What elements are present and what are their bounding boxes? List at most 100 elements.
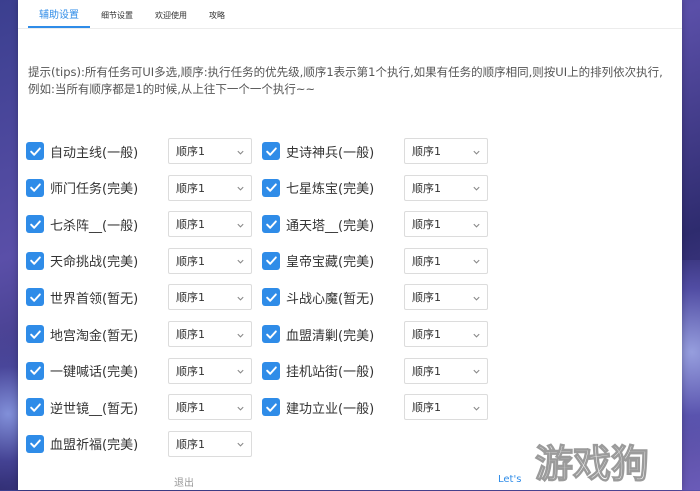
task-checkbox[interactable]: 斗战心魔(暂无) <box>262 284 374 310</box>
task-label: 天命挑战(完美) <box>50 255 139 271</box>
chevron-down-icon <box>236 251 245 270</box>
check-icon[interactable] <box>26 398 44 417</box>
order-select[interactable]: 顺序1 <box>168 394 252 421</box>
chevron-down-icon <box>472 398 481 417</box>
chevron-down-icon <box>472 215 481 234</box>
task-checkbox[interactable]: 天命挑战(完美) <box>26 248 138 274</box>
task-label: 皇帝宝藏(完美) <box>286 255 375 271</box>
task-label: 一键喊话(完美) <box>50 365 139 381</box>
task-label: 世界首领(暂无) <box>50 291 139 307</box>
check-icon[interactable] <box>26 325 44 343</box>
check-icon[interactable] <box>262 142 280 160</box>
order-select[interactable]: 顺序1 <box>404 247 488 274</box>
watermark-logo: 游戏狗 <box>530 437 690 487</box>
task-checkbox[interactable]: 一键喊话(完美) <box>26 358 138 384</box>
order-select[interactable]: 顺序1 <box>168 211 252 238</box>
check-icon[interactable] <box>262 361 280 380</box>
task-checkbox[interactable]: 通天塔__(完美) <box>262 211 374 237</box>
order-select[interactable]: 顺序1 <box>168 430 252 457</box>
order-select-value: 顺序1 <box>412 291 441 305</box>
chevron-down-icon <box>236 434 245 453</box>
order-select[interactable]: 顺序1 <box>168 138 252 164</box>
tab-guide[interactable]: 攻略 <box>198 10 236 28</box>
check-icon[interactable] <box>26 361 44 380</box>
check-icon[interactable] <box>262 251 280 270</box>
check-icon[interactable] <box>262 325 280 343</box>
order-select-value: 顺序1 <box>412 145 441 158</box>
check-icon[interactable] <box>262 398 280 417</box>
task-label: 地宫淘金(暂无) <box>50 328 139 344</box>
tab-bar: 辅助设置 细节设置 欢迎使用 攻略 <box>18 0 682 29</box>
chevron-down-icon <box>472 361 481 380</box>
chevron-down-icon <box>236 361 245 380</box>
chevron-down-icon <box>236 325 245 344</box>
check-icon[interactable] <box>262 288 280 307</box>
order-select[interactable]: 顺序1 <box>404 138 488 164</box>
tab-detail-settings[interactable]: 细节设置 <box>90 10 144 28</box>
task-label: 师门任务(完美) <box>50 182 139 198</box>
check-icon[interactable] <box>26 434 44 453</box>
order-select-value: 顺序1 <box>176 364 205 378</box>
order-select-value: 顺序1 <box>176 254 205 268</box>
task-checkbox[interactable]: 挂机站街(一般) <box>262 358 374 384</box>
order-select[interactable]: 顺序1 <box>404 394 488 421</box>
task-checkbox[interactable]: 皇帝宝藏(完美) <box>262 248 374 274</box>
check-icon[interactable] <box>26 142 44 160</box>
check-icon[interactable] <box>26 288 44 307</box>
task-checkbox[interactable]: 地宫淘金(暂无) <box>26 321 138 347</box>
task-label: 血盟清剿(完美) <box>286 328 375 344</box>
task-checkbox[interactable]: 七星炼宝(完美) <box>262 175 374 201</box>
task-checkbox[interactable]: 血盟清剿(完美) <box>262 321 374 347</box>
check-icon[interactable] <box>262 178 280 197</box>
order-select-value: 顺序1 <box>176 401 205 415</box>
order-select-value: 顺序1 <box>412 218 441 232</box>
order-select[interactable]: 顺序1 <box>168 357 252 384</box>
order-select-value: 顺序1 <box>412 364 441 378</box>
task-checkbox[interactable]: 自动主线(一般) <box>26 138 138 164</box>
chevron-down-icon <box>472 325 481 344</box>
order-select[interactable]: 顺序1 <box>404 357 488 384</box>
task-label: 斗战心魔(暂无) <box>286 291 375 307</box>
order-select[interactable]: 顺序1 <box>404 174 488 201</box>
exit-button[interactable]: 退出 <box>174 474 194 489</box>
tab-welcome[interactable]: 欢迎使用 <box>144 10 198 28</box>
task-label: 建功立业(一般) <box>286 401 375 417</box>
settings-window: 辅助设置 细节设置 欢迎使用 攻略 提示(tips):所有任务可UI多选,顺序:… <box>18 0 682 490</box>
order-select-value: 顺序1 <box>412 254 441 268</box>
task-checkbox[interactable]: 血盟祈福(完美) <box>26 431 138 457</box>
check-icon[interactable] <box>26 178 44 197</box>
chevron-down-icon <box>236 178 245 197</box>
order-select[interactable]: 顺序1 <box>404 284 488 311</box>
chevron-down-icon <box>236 288 245 307</box>
order-select[interactable]: 顺序1 <box>168 174 252 201</box>
order-select-value: 顺序1 <box>176 218 205 232</box>
task-checkbox[interactable]: 师门任务(完美) <box>26 175 138 201</box>
start-button[interactable]: Let's <box>498 474 521 485</box>
chevron-down-icon <box>236 398 245 417</box>
task-label: 史诗神兵(一般) <box>286 145 375 161</box>
order-select-value: 顺序1 <box>176 437 205 451</box>
tab-assist-settings[interactable]: 辅助设置 <box>28 6 90 28</box>
order-select[interactable]: 顺序1 <box>404 321 488 347</box>
task-checkbox[interactable]: 七杀阵__(一般) <box>26 211 138 237</box>
task-checkbox[interactable]: 史诗神兵(一般) <box>262 138 374 164</box>
order-select-value: 顺序1 <box>412 181 441 195</box>
order-select[interactable]: 顺序1 <box>168 321 252 347</box>
order-select-value: 顺序1 <box>176 145 205 158</box>
task-checkbox[interactable]: 建功立业(一般) <box>262 394 374 420</box>
check-icon[interactable] <box>26 251 44 270</box>
chevron-down-icon <box>236 215 245 234</box>
chevron-down-icon <box>236 142 245 161</box>
task-checkbox[interactable]: 世界首领(暂无) <box>26 284 138 310</box>
order-select[interactable]: 顺序1 <box>168 284 252 311</box>
check-icon[interactable] <box>262 215 280 234</box>
order-select-value: 顺序1 <box>412 328 441 341</box>
task-label: 血盟祈福(完美) <box>50 438 139 454</box>
chevron-down-icon <box>472 178 481 197</box>
task-checkbox[interactable]: 逆世镜__(暂无) <box>26 394 138 420</box>
task-label: 七杀阵__(一般) <box>50 218 139 234</box>
order-select[interactable]: 顺序1 <box>168 247 252 274</box>
order-select-value: 顺序1 <box>176 181 205 195</box>
order-select[interactable]: 顺序1 <box>404 211 488 238</box>
check-icon[interactable] <box>26 215 44 234</box>
